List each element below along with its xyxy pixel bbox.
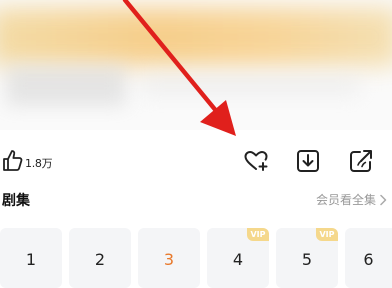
download-button[interactable] [294, 147, 322, 175]
action-row: 1.8万 [0, 138, 392, 178]
thumbs-up-icon [3, 150, 23, 171]
blurred-header-region [0, 0, 392, 130]
see-all-episodes-link[interactable]: 会员看全集 [316, 191, 388, 208]
episode-tile[interactable]: 5 VIP [276, 228, 338, 288]
like-count: 1.8万 [25, 157, 53, 170]
like-button[interactable]: 1.8万 [2, 146, 53, 174]
episode-number: 3 [163, 249, 175, 269]
share-icon [350, 150, 372, 172]
blurred-banner [0, 8, 392, 66]
episode-number: 4 [232, 249, 244, 269]
episode-number: 5 [301, 249, 313, 269]
episode-tile-current[interactable]: 3 [138, 228, 200, 288]
heart-plus-icon [244, 151, 268, 171]
episode-tile[interactable]: 6 [345, 228, 392, 288]
episode-number: 6 [363, 249, 374, 269]
blurred-text [140, 74, 360, 96]
episode-number: 2 [94, 249, 106, 269]
episode-tile[interactable]: 1 [0, 228, 62, 288]
blurred-text [6, 66, 126, 106]
favorite-button[interactable] [242, 147, 270, 175]
episode-number: 1 [25, 249, 37, 269]
see-all-label: 会员看全集 [315, 193, 376, 207]
section-title-episodes: 剧集 [2, 193, 30, 209]
download-icon [297, 150, 319, 172]
share-button[interactable] [347, 147, 375, 175]
episode-tile[interactable]: 4 VIP [207, 228, 269, 288]
chevron-right-icon [380, 194, 387, 205]
vip-badge: VIP [316, 228, 338, 241]
episode-list: 1 2 3 4 VIP 5 VIP 6 [0, 228, 392, 288]
episode-tile[interactable]: 2 [69, 228, 131, 288]
vip-badge: VIP [247, 228, 269, 241]
